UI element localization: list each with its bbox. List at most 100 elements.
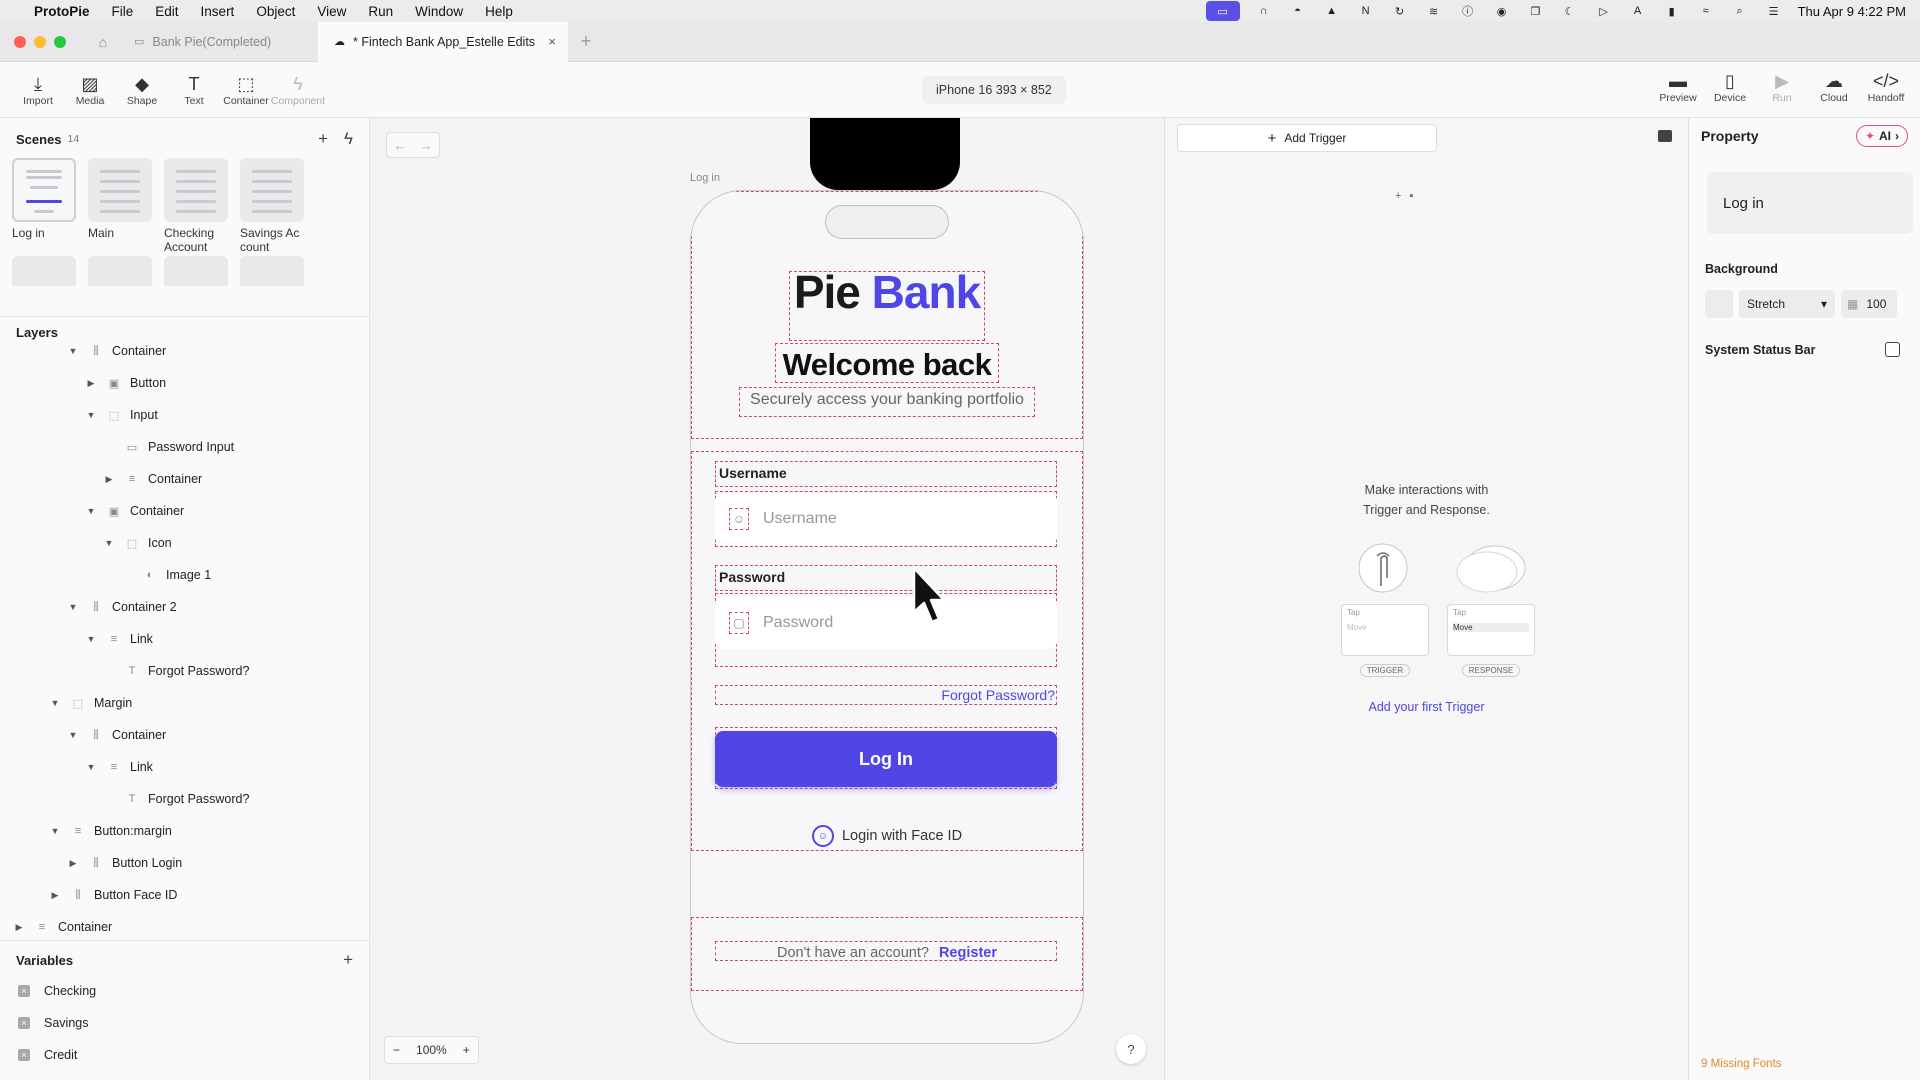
add-first-trigger-link[interactable]: Add your first Trigger	[1165, 700, 1688, 714]
menu-file[interactable]: File	[112, 4, 134, 19]
tab-fintech-bank-app[interactable]: ☁ * Fintech Bank App_Estelle Edits ×	[318, 21, 568, 62]
caret-down-icon[interactable]: ▼	[48, 698, 62, 708]
layer-row[interactable]: ▶ ▣ Button	[0, 367, 369, 399]
caret-right-icon[interactable]: ▶	[12, 922, 26, 933]
battery-icon[interactable]: ▮	[1662, 3, 1682, 19]
layer-row[interactable]: ▼ ▣ Container	[0, 495, 369, 527]
close-tab-icon[interactable]: ×	[548, 34, 556, 49]
caret-down-icon[interactable]: ▼	[66, 730, 80, 740]
layer-row[interactable]: ▼ ⫼ Container 2	[0, 591, 369, 623]
layer-row[interactable]: ▼ ⫼ Container	[0, 335, 369, 367]
variable-credit[interactable]: × Credit	[0, 1039, 369, 1071]
menu-insert[interactable]: Insert	[201, 4, 235, 19]
cloud-tool[interactable]: ☁ Cloud	[1808, 70, 1860, 104]
notion-like-icon[interactable]: ∩	[1254, 3, 1274, 19]
menu-window[interactable]: Window	[415, 4, 463, 19]
scene-main[interactable]: Main	[88, 158, 152, 256]
layer-row[interactable]: ◐ Image 1	[0, 559, 369, 591]
record-icon[interactable]: ◉	[1492, 3, 1512, 19]
shape-tool[interactable]: ◆ Shape	[116, 73, 168, 107]
a-square-icon[interactable]: ▲	[1322, 3, 1342, 19]
stack-icon[interactable]: ≋	[1424, 3, 1444, 19]
n-square-icon[interactable]: N	[1356, 3, 1376, 19]
spotlight-search-icon[interactable]: ⌕	[1730, 3, 1750, 19]
menu-object[interactable]: Object	[256, 4, 295, 19]
help-button[interactable]: ?	[1116, 1034, 1146, 1064]
scene-checking-account[interactable]: Checking Account	[164, 158, 228, 256]
menu-view[interactable]: View	[317, 4, 346, 19]
add-variable-icon[interactable]: +	[343, 950, 353, 970]
forgot-password-link[interactable]: Forgot Password?	[941, 687, 1055, 703]
caret-right-icon[interactable]: ▶	[102, 474, 116, 485]
caret-right-icon[interactable]: ▶	[84, 378, 98, 389]
scene-thumbnail[interactable]	[164, 256, 228, 286]
lightning-icon[interactable]: ϟ	[344, 129, 353, 149]
media-tool[interactable]: ▨ Media	[64, 73, 116, 107]
incognito-icon[interactable]: ◓	[1288, 3, 1308, 19]
wifi-icon[interactable]: ≈	[1696, 3, 1716, 19]
fill-mode-select[interactable]: Stretch ▾	[1739, 290, 1835, 318]
layer-row[interactable]: T Forgot Password?	[0, 783, 369, 815]
phone-frame-log-in[interactable]: Pie Bank Welcome back Securely access yo…	[690, 190, 1084, 1044]
missing-fonts-warning[interactable]: 9 Missing Fonts	[1701, 1058, 1782, 1070]
scene-log-in[interactable]: Log in	[12, 158, 76, 256]
caret-right-icon[interactable]: ▶	[66, 858, 80, 869]
close-window-button[interactable]	[14, 35, 26, 48]
screen-share-icon[interactable]: ▭	[1205, 1, 1240, 21]
menu-run[interactable]: Run	[368, 4, 393, 19]
layer-row[interactable]: ▶ ⫼ Button Face ID	[0, 879, 369, 911]
menubar-clock[interactable]: Thu Apr 9 4:22 PM	[1798, 4, 1906, 19]
scene-name-field[interactable]: Log in	[1707, 172, 1913, 234]
caret-right-icon[interactable]: ▶	[48, 890, 62, 901]
run-tool[interactable]: ▶ Run	[1756, 70, 1808, 104]
refresh-circle-icon[interactable]: ↻	[1390, 3, 1410, 19]
caret-down-icon[interactable]: ▼	[102, 538, 116, 548]
scene-savings-account[interactable]: Savings Ac count	[240, 158, 304, 256]
handoff-tool[interactable]: </> Handoff	[1860, 70, 1912, 104]
preview-tool[interactable]: ▬ Preview	[1652, 70, 1704, 104]
container-tool[interactable]: ⬚ Container	[220, 73, 272, 107]
device-selector[interactable]: iPhone 16 393 × 852	[922, 76, 1066, 104]
variable-checking[interactable]: × Checking	[0, 975, 369, 1007]
component-tool[interactable]: ϟ Component	[271, 73, 325, 107]
layer-row[interactable]: ▶ ⫼ Button Login	[0, 847, 369, 879]
layer-row[interactable]: ▼ ⫼ Container	[0, 719, 369, 751]
windows-icon[interactable]: ❐	[1526, 3, 1546, 19]
caret-down-icon[interactable]: ▼	[66, 602, 80, 612]
home-icon[interactable]: ⌂	[88, 34, 118, 50]
plus-icon[interactable]: +	[1395, 190, 1401, 202]
caret-down-icon[interactable]: ▼	[48, 826, 62, 836]
layer-row[interactable]: ▭ Password Input	[0, 431, 369, 463]
menu-edit[interactable]: Edit	[155, 4, 178, 19]
password-input[interactable]: ▢ Password	[715, 597, 1057, 649]
add-scene-icon[interactable]: +	[318, 129, 328, 149]
caret-down-icon[interactable]: ▼	[84, 506, 98, 516]
device-tool[interactable]: ▯ Device	[1704, 70, 1756, 104]
zoom-window-button[interactable]	[54, 35, 66, 48]
caret-down-icon[interactable]: ▼	[84, 410, 98, 420]
username-input[interactable]: ☺ Username	[715, 493, 1057, 545]
scene-thumbnail[interactable]	[88, 256, 152, 286]
zoom-in-button[interactable]: +	[455, 1043, 478, 1057]
layer-row[interactable]: ▼ ≡ Link	[0, 751, 369, 783]
caret-down-icon[interactable]: ▼	[66, 346, 80, 356]
zoom-level[interactable]: 100%	[408, 1043, 455, 1057]
menu-help[interactable]: Help	[485, 4, 513, 19]
layer-row[interactable]: ▶ ≡ Container	[0, 911, 369, 940]
opacity-field[interactable]: ▦ 100	[1841, 290, 1897, 318]
menu-app-name[interactable]: ProtoPie	[34, 4, 90, 19]
layer-row[interactable]: ▼ ≡ Button:margin	[0, 815, 369, 847]
tab-bank-pie-completed[interactable]: ▭ Bank Pie(Completed)	[118, 22, 318, 62]
text-tool[interactable]: T Text	[168, 73, 220, 107]
layer-row[interactable]: ▼ ⬚ Margin	[0, 687, 369, 719]
play-circle-icon[interactable]: ▷	[1594, 3, 1614, 19]
layer-row[interactable]: ▼ ⬚ Icon	[0, 527, 369, 559]
import-tool[interactable]: ⤓ Import	[12, 73, 64, 107]
background-color-swatch[interactable]	[1705, 290, 1733, 318]
input-source-icon[interactable]: A	[1628, 3, 1648, 19]
arrow-right-icon[interactable]: →	[413, 133, 439, 157]
scene-thumbnail[interactable]	[240, 256, 304, 286]
system-status-bar-checkbox[interactable]	[1885, 342, 1900, 357]
register-link[interactable]: Register	[939, 945, 997, 961]
password-icon[interactable]: ⓘ	[1458, 3, 1478, 19]
